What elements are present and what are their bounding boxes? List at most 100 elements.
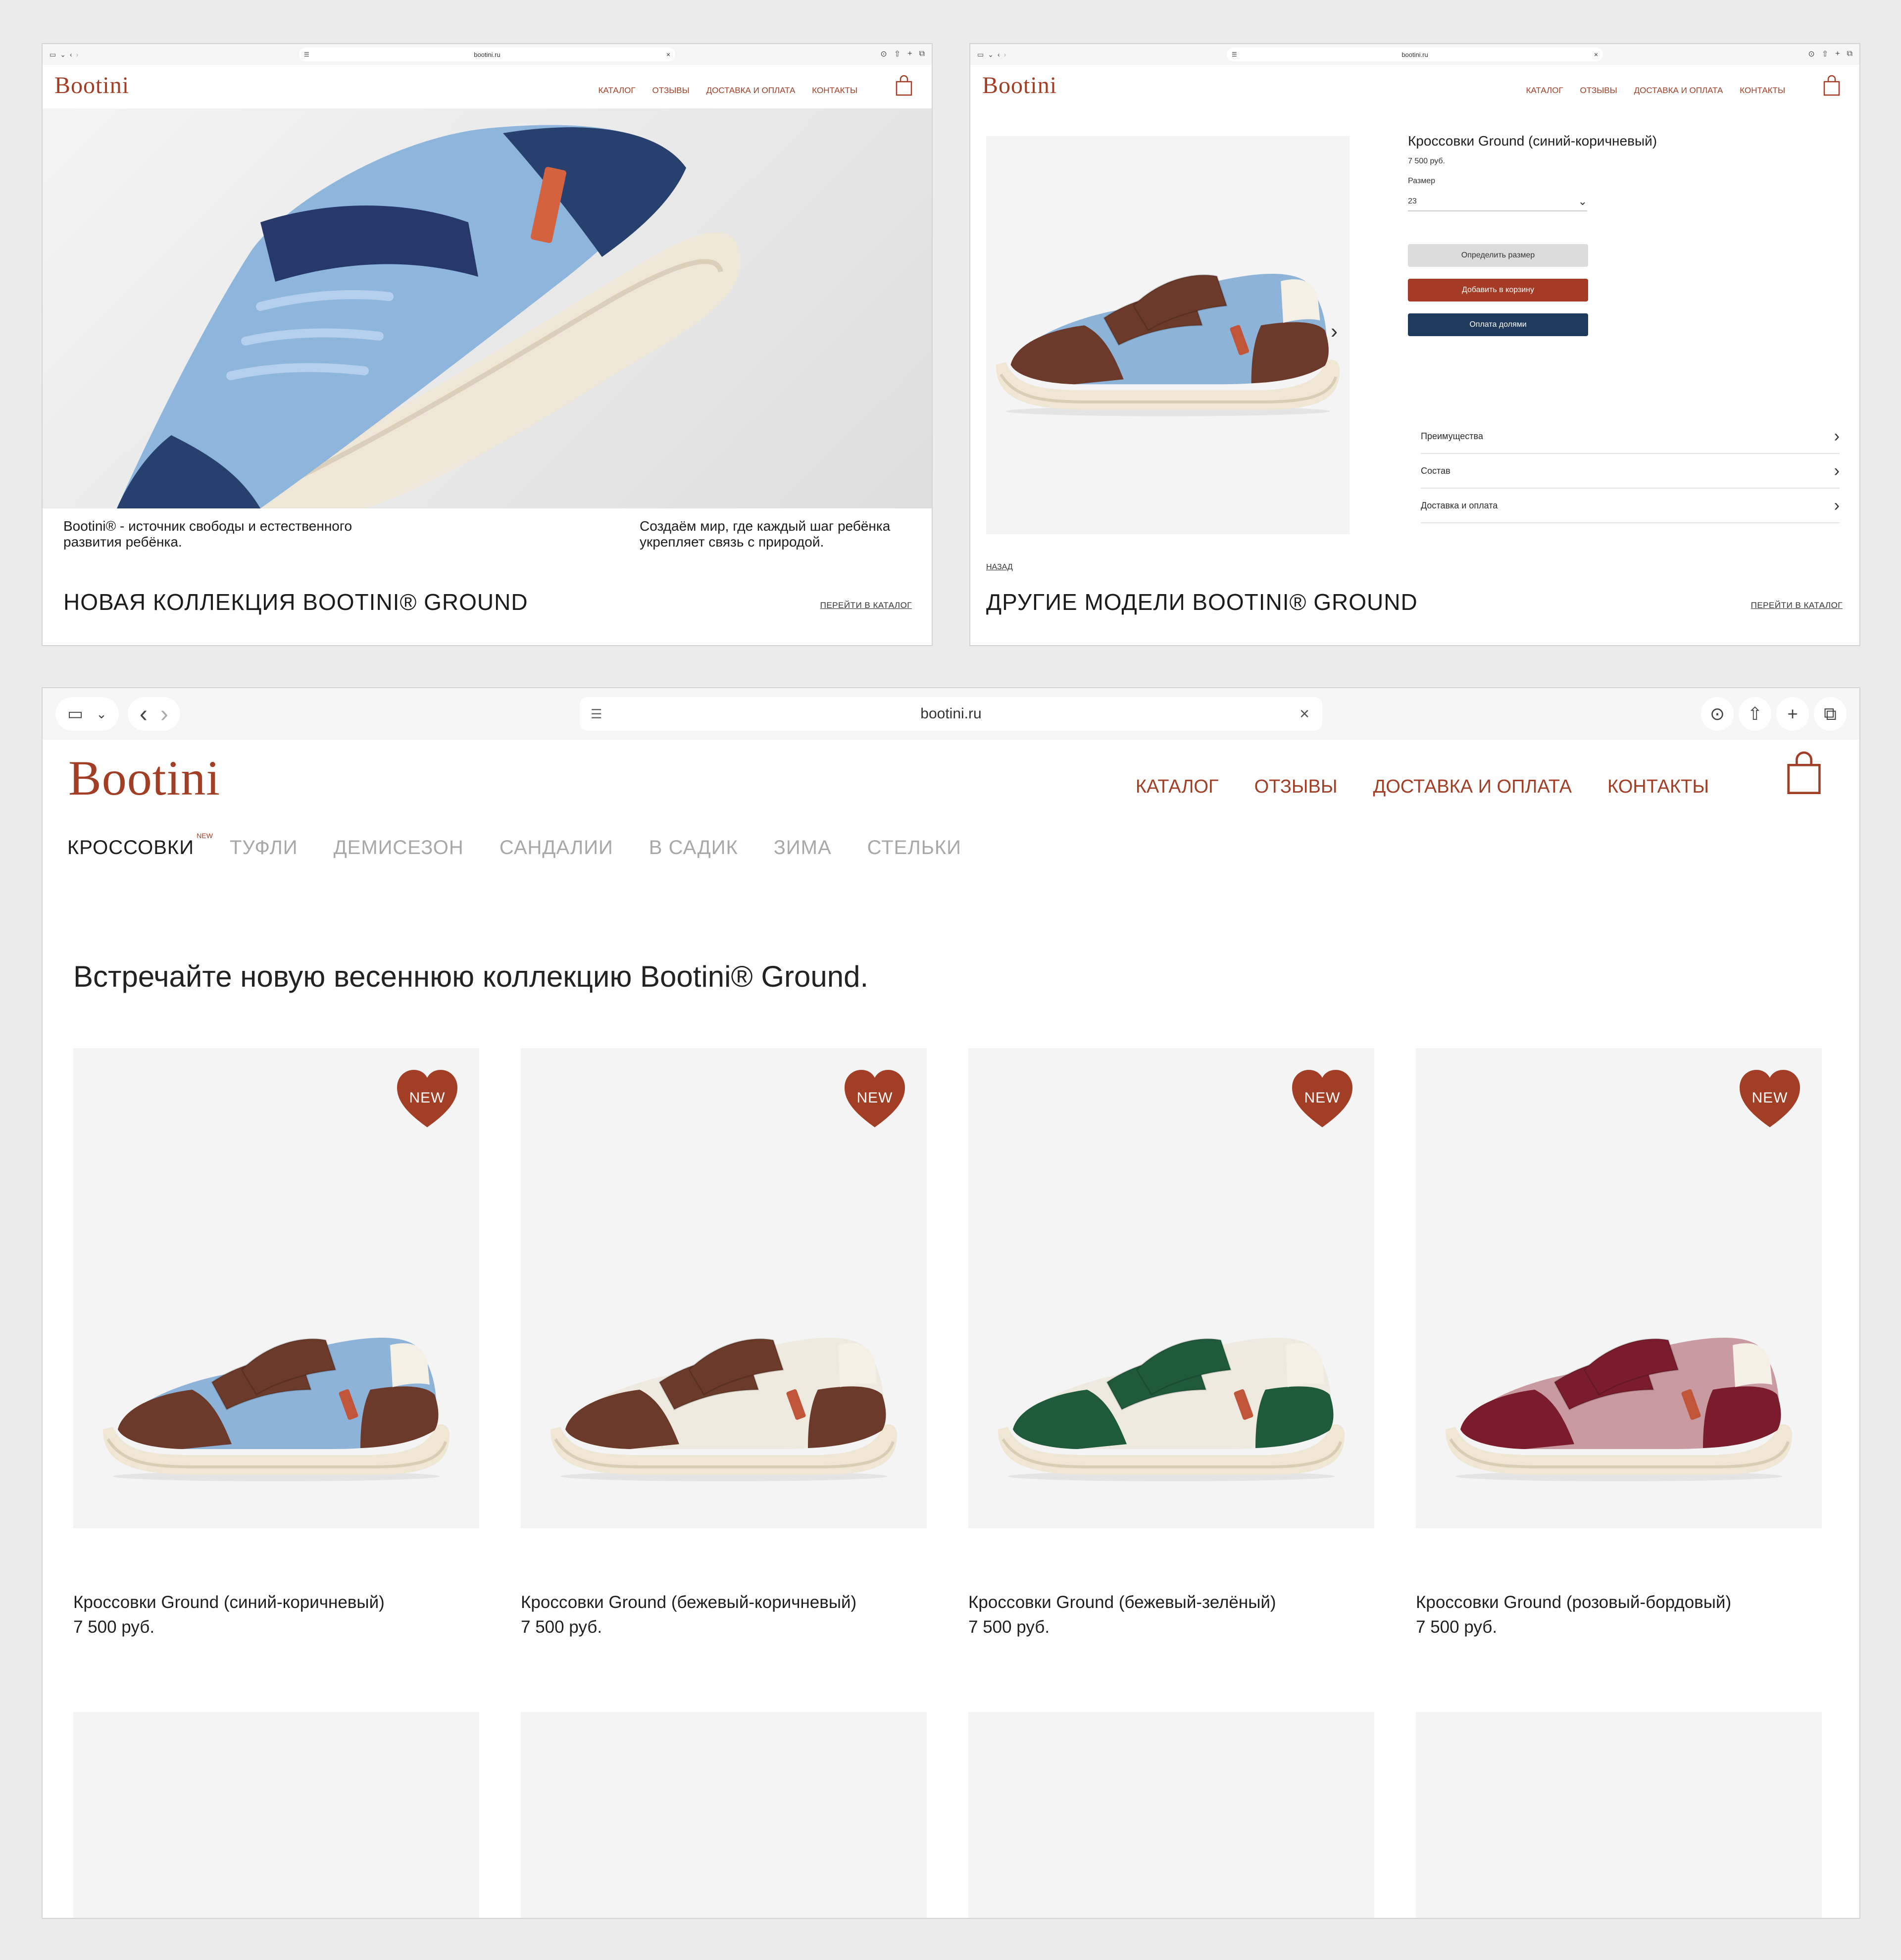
page-menu-icon[interactable]: ☰ [591, 706, 602, 722]
nav-contacts[interactable]: КОНТАКТЫ [1740, 86, 1785, 96]
product-price: 7 500 руб. [1408, 157, 1445, 165]
nav-reviews[interactable]: ОТЗЫВЫ [1580, 86, 1617, 96]
category-tabs: КРОССОВКИ NEW ТУФЛИ ДЕМИСЕЗОН САНДАЛИИ В … [67, 832, 961, 859]
chevron-down-icon[interactable]: ⌄ [988, 50, 994, 59]
site-logo[interactable]: Bootini [982, 72, 1057, 99]
product-card-placeholder[interactable] [1416, 1712, 1822, 1918]
share-button[interactable]: ⇧ [1739, 697, 1771, 731]
close-icon[interactable]: × [1594, 50, 1598, 58]
chevron-down-icon[interactable]: ⌄ [96, 706, 107, 722]
accordion-composition[interactable]: Состав › [1421, 454, 1840, 489]
back-icon[interactable]: ‹ [140, 701, 148, 728]
site-logo[interactable]: Bootini [54, 72, 129, 99]
product-card[interactable]: NEW Кроссовки Ground (розовый-бордовый) … [1416, 1048, 1822, 1637]
product-card-placeholder[interactable] [968, 1712, 1374, 1918]
browser-window-home: ▭ ⌄ ‹ › ☰ bootini.ru × ⊙ ⇧ + ⧉ Bootini К… [42, 43, 933, 646]
back-icon[interactable]: ‹ [70, 50, 72, 58]
share-icon[interactable]: ⇧ [1822, 49, 1828, 59]
share-icon[interactable]: ⇧ [894, 49, 900, 59]
accordion-delivery[interactable]: Доставка и оплата › [1421, 489, 1840, 523]
product-image[interactable]: NEW [521, 1048, 927, 1528]
nav-contacts[interactable]: КОНТАКТЫ [812, 86, 857, 96]
nav-catalog[interactable]: КАТАЛОГ [1136, 776, 1219, 798]
accordion-benefits[interactable]: Преимущества › [1421, 419, 1840, 454]
nav-delivery[interactable]: ДОСТАВКА И ОПЛАТА [1373, 776, 1572, 798]
forward-icon[interactable]: › [1004, 50, 1006, 58]
tabs-icon[interactable]: ⧉ [919, 50, 925, 58]
tab-winter[interactable]: ЗИМА [774, 837, 832, 859]
gallery-next-icon[interactable]: › [1331, 319, 1338, 343]
site-logo[interactable]: Bootini [68, 750, 220, 806]
close-icon[interactable]: × [1300, 704, 1309, 724]
address-bar[interactable]: ☰ bootini.ru × [1227, 48, 1603, 61]
new-badge-label: NEW [856, 1090, 893, 1106]
sidebar-icon[interactable]: ▭ [50, 50, 56, 59]
sidebar-toggle[interactable]: ▭ ⌄ [55, 697, 119, 731]
product-name[interactable]: Кроссовки Ground (синий-коричневый) [73, 1593, 479, 1612]
tab-shoes[interactable]: ТУФЛИ [230, 837, 298, 859]
catalog-link[interactable]: ПЕРЕЙТИ В КАТАЛОГ [820, 601, 912, 610]
cart-icon[interactable] [1823, 75, 1841, 97]
product-card-placeholder[interactable] [73, 1712, 479, 1918]
tabs-button[interactable]: ⧉ [1814, 697, 1847, 731]
product-name[interactable]: Кроссовки Ground (розовый-бордовый) [1416, 1593, 1822, 1612]
tab-sneakers[interactable]: КРОССОВКИ NEW [67, 832, 213, 859]
find-size-button[interactable]: Определить размер [1408, 244, 1588, 267]
accordion-label: Преимущества [1421, 431, 1483, 441]
installments-button[interactable]: Оплата долями [1408, 313, 1588, 336]
plus-icon[interactable]: + [907, 50, 912, 58]
product-price: 7 500 руб. [968, 1617, 1050, 1637]
tab-insoles[interactable]: СТЕЛЬКИ [867, 837, 961, 859]
sidebar-icon[interactable]: ▭ [67, 704, 83, 724]
page-menu-icon[interactable]: ☰ [1232, 51, 1237, 58]
download-icon[interactable]: ⊙ [1808, 49, 1814, 59]
product-card[interactable]: NEW Кроссовки Ground (бежевый-зелёный) 7… [968, 1048, 1374, 1637]
accordion-label: Доставка и оплата [1421, 500, 1498, 510]
product-shoe-image [996, 274, 1340, 416]
shoe-image [1446, 1338, 1792, 1481]
plus-icon[interactable]: + [1835, 50, 1840, 58]
add-to-cart-button[interactable]: Добавить в корзину [1408, 279, 1588, 302]
nav-catalog[interactable]: КАТАЛОГ [1526, 86, 1563, 96]
browser-toolbar: ▭ ⌄ ‹ › ☰ bootini.ru × ⊙ ⇧ + ⧉ [43, 44, 932, 65]
download-button[interactable]: ⊙ [1701, 697, 1734, 731]
nav-delivery[interactable]: ДОСТАВКА И ОПЛАТА [706, 86, 796, 96]
catalog-link[interactable]: ПЕРЕЙТИ В КАТАЛОГ [1751, 601, 1843, 610]
product-name[interactable]: Кроссовки Ground (бежевый-зелёный) [968, 1593, 1374, 1612]
tabs-icon[interactable]: ⧉ [1847, 50, 1852, 58]
product-name[interactable]: Кроссовки Ground (бежевый-коричневый) [521, 1593, 927, 1612]
nav-contacts[interactable]: КОНТАКТЫ [1607, 776, 1709, 798]
shoe-image [998, 1338, 1345, 1481]
nav-reviews[interactable]: ОТЗЫВЫ [1254, 776, 1338, 798]
new-tab-button[interactable]: + [1776, 697, 1809, 731]
product-image[interactable]: NEW [73, 1048, 479, 1528]
product-card[interactable]: NEW Кроссовки Ground (синий-коричневый) … [73, 1048, 479, 1637]
tab-label: КРОССОВКИ [67, 837, 194, 858]
catalog-headline: Встречайте новую весеннюю коллекцию Boot… [73, 960, 869, 993]
product-image[interactable]: NEW [968, 1048, 1374, 1528]
product-image[interactable]: NEW [1416, 1048, 1822, 1528]
cart-icon[interactable] [1785, 751, 1823, 796]
nav-catalog[interactable]: КАТАЛОГ [599, 86, 636, 96]
size-select[interactable]: 23 ⌄ [1408, 193, 1587, 211]
chevron-down-icon[interactable]: ⌄ [60, 50, 66, 59]
forward-icon[interactable]: › [76, 50, 79, 58]
page-menu-icon[interactable]: ☰ [304, 51, 309, 58]
download-icon[interactable]: ⊙ [880, 49, 887, 59]
forward-icon[interactable]: › [160, 701, 168, 728]
back-link[interactable]: НАЗАД [986, 563, 1013, 572]
back-icon[interactable]: ‹ [998, 50, 1000, 58]
nav-reviews[interactable]: ОТЗЫВЫ [652, 86, 690, 96]
tab-demiseason[interactable]: ДЕМИСЕЗОН [334, 837, 464, 859]
tabs-icon: ⧉ [1824, 703, 1837, 724]
tab-sandals[interactable]: САНДАЛИИ [500, 837, 613, 859]
product-card-placeholder[interactable] [521, 1712, 927, 1918]
close-icon[interactable]: × [666, 50, 670, 58]
nav-delivery[interactable]: ДОСТАВКА И ОПЛАТА [1634, 86, 1723, 96]
cart-icon[interactable] [895, 75, 913, 97]
address-bar[interactable]: ☰ bootini.ru × [299, 48, 675, 61]
product-card[interactable]: NEW Кроссовки Ground (бежевый-коричневый… [521, 1048, 927, 1637]
sidebar-icon[interactable]: ▭ [977, 50, 984, 59]
tab-kindergarten[interactable]: В САДИК [649, 837, 738, 859]
address-bar[interactable]: ☰ bootini.ru × [580, 697, 1322, 731]
